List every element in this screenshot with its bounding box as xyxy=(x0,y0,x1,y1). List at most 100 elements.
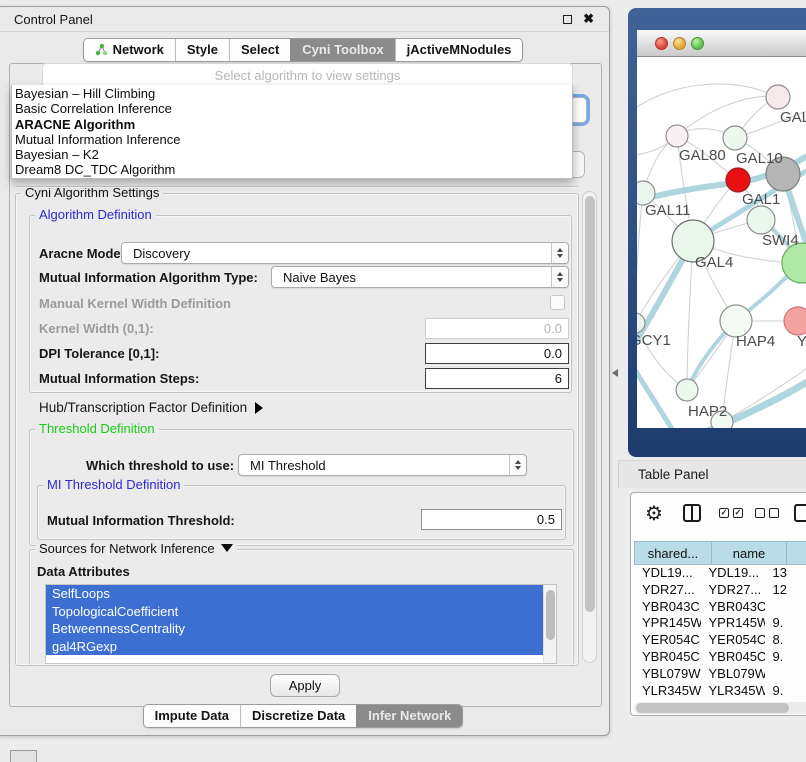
settings-scrollbar-thumb[interactable] xyxy=(585,196,595,612)
manual-kernel-width-label: Manual Kernel Width Definition xyxy=(39,296,231,311)
network-node-gal[interactable] xyxy=(766,85,790,109)
network-node-gal1[interactable] xyxy=(726,168,750,192)
attribute-item-betweennesscentrality[interactable]: BetweennessCentrality xyxy=(46,620,556,638)
threshold-definition-title: Threshold Definition xyxy=(35,421,159,436)
network-edge[interactable] xyxy=(637,193,643,323)
kernel-width-input[interactable] xyxy=(425,318,569,339)
table-cell: YDL19... xyxy=(634,565,701,582)
table-cell: YPR145W xyxy=(634,615,701,632)
hub-section-label: Hub/Transcription Factor Definition xyxy=(39,400,247,415)
mi-threshold-input[interactable] xyxy=(421,509,562,530)
partial-toolbar-icon[interactable] xyxy=(794,504,806,522)
algorithm-option-basic-correlation-inference[interactable]: Basic Correlation Inference xyxy=(12,101,572,116)
table-row[interactable]: YDL19...YDL19...13 xyxy=(634,565,806,582)
select-all-columns-icon[interactable]: ✓✓ xyxy=(719,508,743,518)
manual-kernel-width-checkbox[interactable] xyxy=(550,295,565,310)
table-hscrollbar-thumb[interactable] xyxy=(636,703,789,713)
aracne-mode-combo[interactable]: Discovery xyxy=(121,242,569,264)
tab-label: Style xyxy=(187,42,218,57)
network-edge[interactable] xyxy=(687,241,693,390)
algorithm-option-bayesian-k2[interactable]: Bayesian – K2 xyxy=(12,147,572,162)
algorithm-select-combo[interactable]: Select algorithm to view settings xyxy=(42,63,573,86)
column-header-shared[interactable]: shared... xyxy=(634,541,712,565)
algorithm-popup: Bayesian – Hill ClimbingBasic Correlatio… xyxy=(11,85,573,179)
zoom-traffic-light-icon[interactable] xyxy=(691,37,704,50)
minimize-traffic-light-icon[interactable] xyxy=(673,37,686,50)
network-canvas[interactable]: GALGAL80GAL10GAL1GAL11SWI4GAL4GCY1HAP4YH… xyxy=(637,57,806,428)
panel-divider-handle-icon[interactable] xyxy=(612,369,618,377)
network-edge[interactable] xyxy=(637,84,778,115)
table-cell: 12 xyxy=(765,582,806,599)
mi-steps-label: Mutual Information Steps: xyxy=(39,371,199,386)
table-row[interactable]: YPR145WYPR145W9. xyxy=(634,615,806,632)
algorithm-option-dream8-dc-tdc-algorithm[interactable]: Dream8 DC_TDC Algorithm xyxy=(12,162,572,177)
close-icon[interactable]: ✖ xyxy=(583,14,594,24)
data-attributes-list[interactable]: SelfLoopsTopologicalCoefficientBetweenne… xyxy=(45,584,557,664)
table-row[interactable]: YER054CYER054C8. xyxy=(634,632,806,649)
table-row[interactable]: YDR27...YDR27...12 xyxy=(634,582,806,599)
algorithm-option-mutual-information-inference[interactable]: Mutual Information Inference xyxy=(12,132,572,147)
bottom-tab-infer-network[interactable]: Infer Network xyxy=(356,705,462,727)
hub-section-toggle[interactable]: Hub/Transcription Factor Definition xyxy=(39,400,263,415)
table-cell: YDL19... xyxy=(701,565,765,582)
node-label-gal10: GAL10 xyxy=(736,150,783,167)
tab-jactivemnodules[interactable]: jActiveMNodules xyxy=(395,39,523,61)
table-row[interactable]: YBR045CYBR045C9. xyxy=(634,649,806,666)
column-layout-icon[interactable] xyxy=(683,504,701,522)
network-node-y[interactable] xyxy=(784,307,806,335)
table-cell: YBL079W xyxy=(701,666,765,683)
mi-steps-input[interactable] xyxy=(425,368,569,389)
tab-style[interactable]: Style xyxy=(175,39,229,61)
network-window-titlebar[interactable] xyxy=(637,30,806,57)
mi-algorithm-type-combo[interactable]: Naive Bayes xyxy=(271,266,569,288)
table-toolbar: ⚙ ✓✓ xyxy=(631,499,806,533)
aracne-mode-label: Aracne Mode: xyxy=(39,246,125,261)
node-label-swi4: SWI4 xyxy=(762,232,799,249)
tab-label: Select xyxy=(241,42,279,57)
algorithm-definition-title: Algorithm Definition xyxy=(35,207,156,222)
bottom-tab-impute-data[interactable]: Impute Data xyxy=(144,705,240,727)
control-panel: Control Panel ✖ NetworkStyleSelectCyni T… xyxy=(0,6,610,736)
list-scrollbar-thumb[interactable] xyxy=(546,590,555,640)
sources-group-title[interactable]: Sources for Network Inference xyxy=(35,541,237,556)
tab-network[interactable]: Network xyxy=(84,39,175,61)
expanded-arrow-icon xyxy=(221,544,233,552)
table-cell: YBL079W xyxy=(634,666,701,683)
tab-cyni-toolbox[interactable]: Cyni Toolbox xyxy=(290,39,394,61)
list-scrollbar[interactable] xyxy=(543,585,556,663)
network-node-swi4[interactable] xyxy=(747,206,775,234)
combo-spinner-icon[interactable] xyxy=(551,243,568,263)
table-hscrollbar[interactable] xyxy=(634,702,806,714)
apply-button[interactable]: Apply xyxy=(270,674,340,697)
algorithm-option-aracne-algorithm[interactable]: ARACNE Algorithm xyxy=(12,117,572,132)
combo-spinner-icon[interactable] xyxy=(509,455,526,475)
network-node-gal80[interactable] xyxy=(666,125,688,147)
corner-widget[interactable] xyxy=(10,750,37,762)
tab-select[interactable]: Select xyxy=(229,39,290,61)
attribute-item-selfloops[interactable]: SelfLoops xyxy=(46,585,556,603)
deselect-all-columns-icon[interactable] xyxy=(755,508,779,518)
combo-spinner-icon[interactable] xyxy=(551,267,568,287)
attribute-item-gal4rgexp[interactable]: gal4RGexp xyxy=(46,638,556,656)
data-attributes-label: Data Attributes xyxy=(37,564,130,579)
table-cell: 8. xyxy=(765,632,806,649)
close-traffic-light-icon[interactable] xyxy=(655,37,668,50)
dpi-tolerance-input[interactable] xyxy=(425,343,569,364)
bottom-tab-discretize-data[interactable]: Discretize Data xyxy=(240,705,356,727)
table-row[interactable]: YLR345WYLR345W9. xyxy=(634,683,806,700)
table-cell: 9. xyxy=(765,649,806,666)
attribute-item-topologicalcoefficient[interactable]: TopologicalCoefficient xyxy=(46,603,556,621)
float-window-icon[interactable] xyxy=(563,15,572,24)
column-header-a[interactable]: A xyxy=(787,541,806,565)
network-node-gal10[interactable] xyxy=(723,126,747,150)
gear-icon[interactable]: ⚙ xyxy=(645,502,663,526)
column-header-name[interactable]: name xyxy=(712,541,787,565)
table-row[interactable]: YBR043CYBR043C xyxy=(634,599,806,616)
algorithm-option-bayesian-hill-climbing[interactable]: Bayesian – Hill Climbing xyxy=(12,86,572,101)
table-cell: YER054C xyxy=(634,632,701,649)
which-threshold-combo[interactable]: MI Threshold xyxy=(238,454,527,476)
network-node-hap2[interactable] xyxy=(676,379,698,401)
settings-scrollbar[interactable] xyxy=(582,191,597,663)
network-edge-highlighted[interactable] xyxy=(637,352,675,428)
table-row[interactable]: YBL079WYBL079W xyxy=(634,666,806,683)
